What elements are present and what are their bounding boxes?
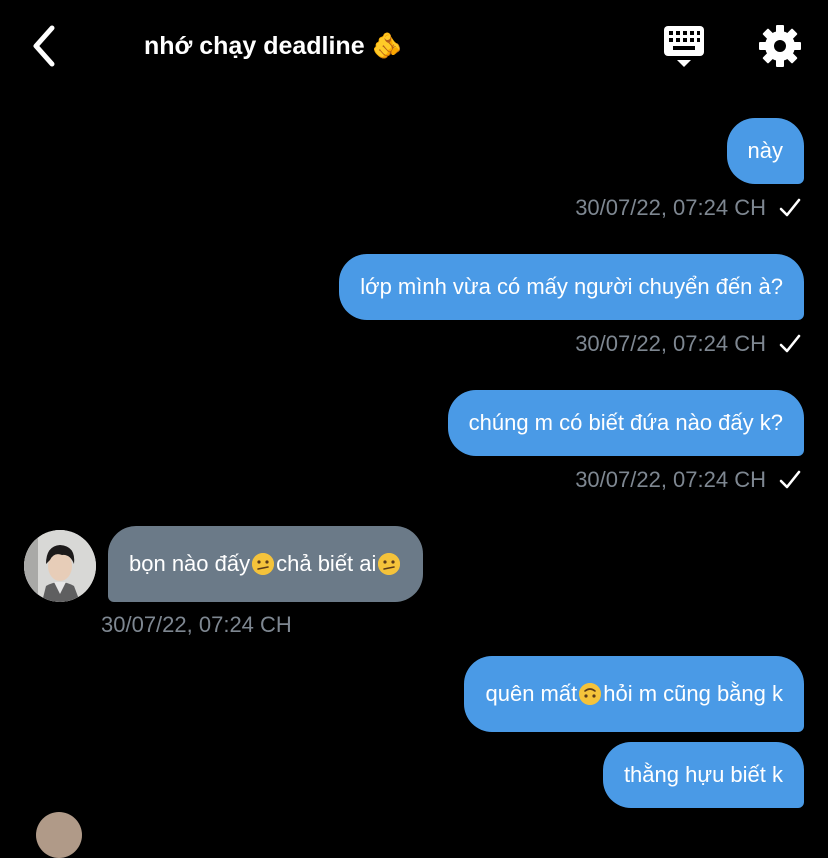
sender-avatar[interactable] [24, 530, 96, 602]
message-bubble-incoming[interactable]: bọn nào đấy chả biết ai [108, 526, 424, 602]
back-button[interactable] [26, 22, 66, 70]
message-bubble-outgoing[interactable]: quên mất hỏi m cũng bằng k [464, 656, 804, 732]
chat-title: nhớ chạy deadline 🫵 [144, 32, 403, 60]
message-meta: 30/07/22, 07:24 CH [575, 466, 802, 494]
message-bubble-outgoing[interactable]: lớp mình vừa có mấy người chuyển đến à? [339, 254, 804, 320]
message-meta: 30/07/22, 07:24 CH [101, 611, 292, 639]
message-timestamp: 30/07/22, 07:24 CH [575, 331, 766, 356]
checkmark-icon [779, 470, 801, 489]
message-text: chả biết ai [276, 551, 377, 576]
message-text: bọn nào đấy [129, 551, 251, 576]
message-text: chúng m có biết đứa nào đấy k? [468, 410, 783, 435]
message-bubble-outgoing[interactable]: chúng m có biết đứa nào đấy k? [447, 390, 804, 456]
confused-face-emoji [378, 553, 401, 575]
confused-face-emoji [252, 553, 275, 575]
checkmark-icon [779, 198, 801, 217]
message-text: thằng hựu biết k [623, 762, 783, 787]
message-text: lớp mình vừa có mấy người chuyển đến à? [360, 274, 783, 299]
message-meta: 30/07/22, 07:24 CH [575, 330, 802, 358]
keyboard-icon [664, 26, 704, 67]
checkmark-icon [779, 334, 801, 353]
message-bubble-outgoing[interactable]: này [726, 118, 804, 184]
message-bubble-outgoing[interactable]: thằng hựu biết k [602, 742, 804, 808]
settings-button[interactable] [758, 24, 802, 68]
message-timestamp: 30/07/22, 07:24 CH [575, 195, 766, 220]
upside-down-face-emoji [579, 683, 602, 705]
message-text: này [747, 138, 783, 163]
message-timestamp: 30/07/22, 07:24 CH [101, 612, 292, 637]
avatar-image [24, 530, 96, 602]
message-meta: 30/07/22, 07:24 CH [575, 194, 802, 222]
chat-header: nhớ chạy deadline 🫵 [0, 0, 828, 92]
gear-icon [759, 25, 801, 67]
keyboard-button[interactable] [662, 24, 706, 70]
sender-avatar[interactable] [36, 812, 82, 858]
message-text: quên mất [485, 681, 578, 706]
chevron-left-icon [33, 25, 55, 67]
message-timestamp: 30/07/22, 07:24 CH [575, 467, 766, 492]
message-text: hỏi m cũng bằng k [603, 681, 783, 706]
